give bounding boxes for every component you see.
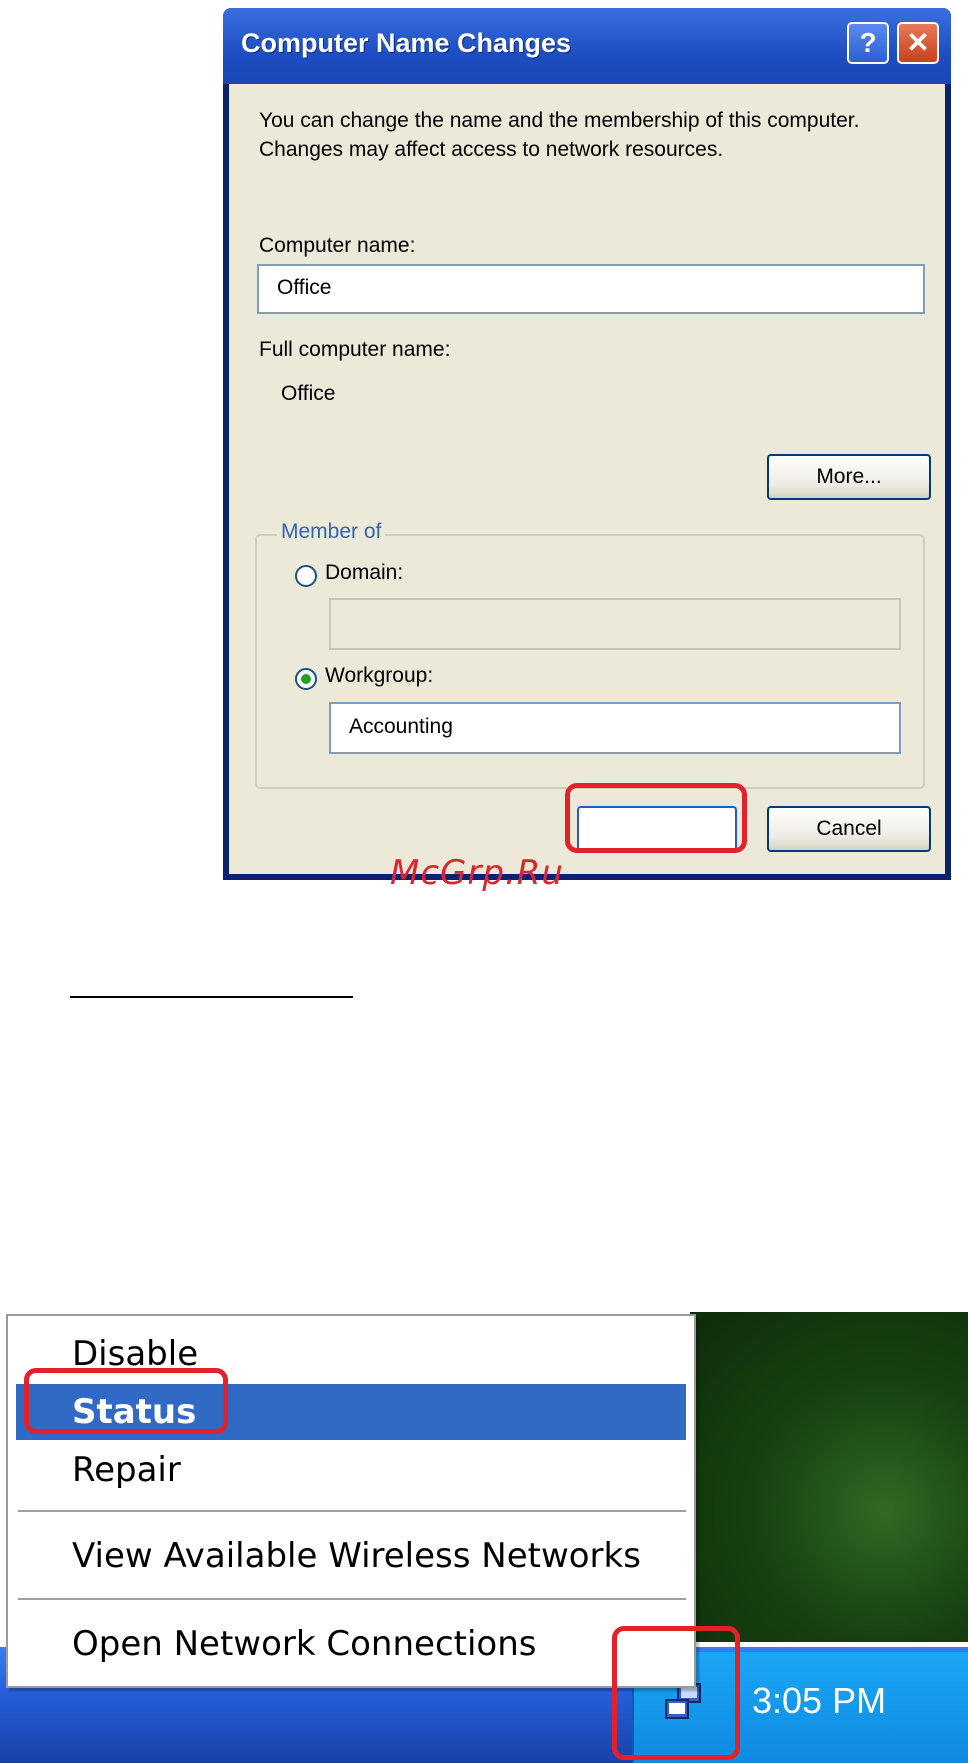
close-icon[interactable]: ✕ bbox=[897, 22, 939, 64]
full-computer-name-value: Office bbox=[281, 382, 336, 405]
menu-separator bbox=[18, 1598, 686, 1600]
cancel-button[interactable]: Cancel bbox=[767, 806, 931, 852]
tray-context-menu-screenshot: 3:05 PM Disable Status Repair View Avail… bbox=[0, 1312, 968, 1763]
dialog-description: You can change the name and the membersh… bbox=[259, 109, 860, 161]
domain-radio[interactable] bbox=[295, 565, 317, 587]
ok-button-highlight bbox=[565, 783, 747, 853]
computer-name-input[interactable]: Office bbox=[257, 264, 925, 314]
dialog-title: Computer Name Changes bbox=[241, 28, 572, 58]
more-button[interactable]: More... bbox=[767, 454, 931, 500]
status-item-highlight bbox=[24, 1368, 228, 1434]
full-computer-name-label: Full computer name: bbox=[259, 338, 451, 361]
divider-line bbox=[70, 996, 353, 998]
member-of-label: Member of bbox=[277, 520, 386, 544]
computer-name-label: Computer name: bbox=[259, 234, 416, 257]
desktop-wallpaper bbox=[690, 1312, 968, 1642]
network-icon-highlight bbox=[612, 1626, 740, 1760]
watermark: McGrp.Ru bbox=[390, 853, 564, 893]
help-icon[interactable]: ? bbox=[847, 22, 889, 64]
menu-item-repair[interactable]: Repair bbox=[16, 1442, 686, 1498]
dialog-titlebar[interactable]: Computer Name Changes ? ✕ bbox=[223, 8, 951, 84]
domain-input[interactable] bbox=[329, 598, 901, 650]
workgroup-label: Workgroup: bbox=[325, 664, 434, 687]
computer-name-changes-dialog: Computer Name Changes ? ✕ You can change… bbox=[223, 8, 951, 880]
taskbar-clock[interactable]: 3:05 PM bbox=[752, 1680, 886, 1722]
menu-item-view-wireless-networks[interactable]: View Available Wireless Networks bbox=[16, 1528, 686, 1584]
workgroup-radio[interactable] bbox=[295, 668, 317, 690]
workgroup-input[interactable]: Accounting bbox=[329, 702, 901, 754]
dialog-body: You can change the name and the membersh… bbox=[229, 84, 945, 874]
domain-label: Domain: bbox=[325, 561, 404, 584]
menu-item-open-network-connections[interactable]: Open Network Connections bbox=[16, 1616, 686, 1672]
menu-separator bbox=[18, 1510, 686, 1512]
